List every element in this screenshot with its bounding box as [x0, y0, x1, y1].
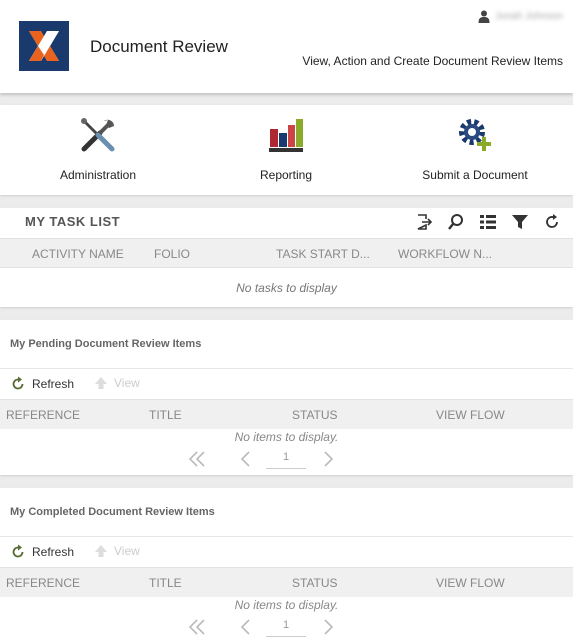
column-header[interactable]: TASK START D... — [276, 247, 370, 261]
column-header[interactable]: VIEW FLOW — [436, 408, 505, 422]
first-page-icon[interactable] — [187, 617, 207, 637]
reporting-label: Reporting — [259, 168, 313, 182]
completed-grid-header: REFERENCE TITLE STATUS VIEW FLOW — [0, 567, 573, 597]
tools-icon — [81, 118, 115, 152]
next-page-icon[interactable] — [318, 617, 338, 637]
previous-page-icon[interactable] — [236, 449, 256, 469]
column-header[interactable]: FOLIO — [154, 247, 190, 261]
pending-items-panel: My Pending Document Review Items Refresh… — [0, 320, 573, 475]
task-list-title: MY TASK LIST — [25, 214, 121, 229]
view-label: View — [114, 544, 140, 558]
gear-plus-icon — [459, 119, 491, 151]
pending-grid-header: REFERENCE TITLE STATUS VIEW FLOW — [0, 399, 573, 429]
page-number-input[interactable]: 1 — [266, 451, 306, 469]
task-list-panel: MY TASK LIST ACTIVITY NAME FOLIO TASK ST… — [0, 208, 573, 307]
task-list-empty-message: No tasks to display — [236, 281, 337, 295]
refresh-label: Refresh — [32, 545, 75, 559]
completed-items-panel: My Completed Document Review Items Refre… — [0, 488, 573, 642]
view-label: View — [114, 376, 140, 390]
completed-pager: 1 — [0, 617, 573, 639]
column-header[interactable]: WORKFLOW N... — [398, 247, 492, 261]
column-header[interactable]: STATUS — [292, 576, 338, 590]
pending-toolbar: Refresh View — [0, 368, 573, 399]
arrow-up-icon — [95, 377, 107, 389]
administration-tile[interactable]: Administration — [3, 105, 193, 195]
column-header[interactable]: REFERENCE — [6, 576, 80, 590]
quick-links: Administration Reporting Submit a Docume… — [0, 105, 573, 195]
completed-toolbar: Refresh View — [0, 536, 573, 567]
column-header[interactable]: STATUS — [292, 408, 338, 422]
user-name: Jonah Johnson — [495, 11, 563, 22]
refresh-button[interactable]: Refresh — [10, 544, 74, 560]
refresh-icon[interactable] — [543, 213, 561, 231]
reporting-tile[interactable]: Reporting — [191, 105, 381, 195]
bar-chart-icon — [269, 119, 303, 152]
filter-icon[interactable] — [511, 213, 529, 231]
pending-pager: 1 — [0, 449, 573, 471]
column-header[interactable]: ACTIVITY NAME — [32, 247, 124, 261]
pending-empty-message: No items to display. — [234, 430, 339, 444]
user-icon — [478, 10, 490, 23]
view-button[interactable]: View — [94, 544, 140, 558]
export-icon[interactable] — [415, 213, 433, 231]
column-header[interactable]: TITLE — [149, 408, 182, 422]
next-page-icon[interactable] — [318, 449, 338, 469]
submit-document-tile[interactable]: Submit a Document — [380, 105, 570, 195]
user-menu[interactable]: Jonah Johnson — [478, 10, 563, 23]
column-header[interactable]: TITLE — [149, 576, 182, 590]
submit-document-label: Submit a Document — [422, 168, 528, 182]
refresh-button[interactable]: Refresh — [10, 376, 74, 392]
arrow-up-icon — [95, 545, 107, 557]
task-list-header-row: ACTIVITY NAME FOLIO TASK START D... WORK… — [0, 238, 573, 268]
task-list-toolbar — [415, 213, 561, 231]
search-icon[interactable] — [447, 213, 465, 231]
header-subtitle: View, Action and Create Document Review … — [302, 54, 563, 68]
app-title: Document Review — [90, 37, 228, 56]
refresh-icon — [12, 376, 24, 390]
refresh-label: Refresh — [32, 377, 75, 391]
previous-page-icon[interactable] — [236, 617, 256, 637]
pending-panel-title: My Pending Document Review Items — [10, 338, 202, 350]
column-header[interactable]: VIEW FLOW — [436, 576, 505, 590]
app-logo — [19, 21, 69, 71]
page-number-input[interactable]: 1 — [266, 619, 306, 637]
list-icon[interactable] — [479, 213, 497, 231]
first-page-icon[interactable] — [187, 449, 207, 469]
completed-panel-title: My Completed Document Review Items — [10, 506, 215, 518]
view-button[interactable]: View — [94, 376, 140, 390]
completed-empty-message: No items to display. — [234, 598, 339, 612]
administration-label: Administration — [59, 168, 137, 182]
column-header[interactable]: REFERENCE — [6, 408, 80, 422]
refresh-icon — [12, 544, 24, 558]
app-header: Document Review Jonah Johnson View, Acti… — [0, 0, 573, 93]
